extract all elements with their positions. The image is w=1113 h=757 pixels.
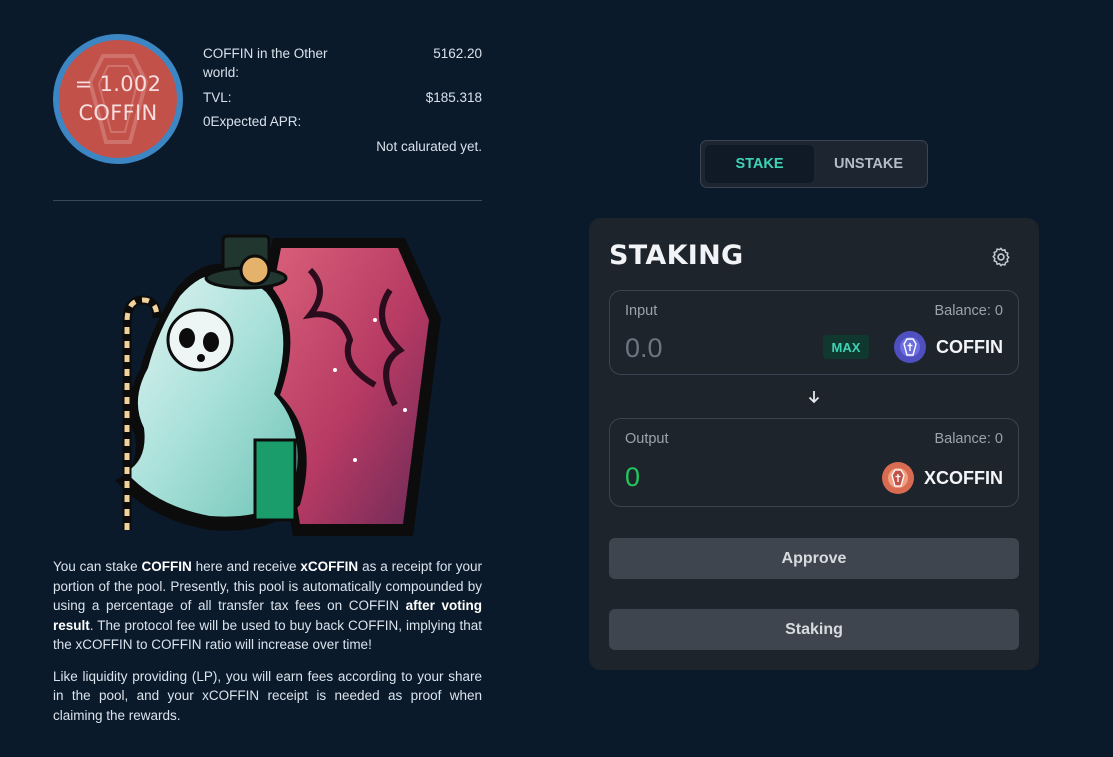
staking-button[interactable]: Staking [609,609,1019,650]
badge-symbol: COFFIN [78,101,158,125]
output-amount: 0 [625,462,641,492]
description-paragraph-2: Like liquidity providing (LP), you will … [53,668,482,723]
desc-bold: xCOFFIN [300,559,359,574]
output-label: Output [625,431,669,447]
max-button[interactable]: MAX [823,335,869,359]
desc-bold: COFFIN [141,559,192,574]
stat-tvl-value: $185.318 [425,90,482,105]
input-box: Input Balance: 0 MAX COFFIN [609,290,1019,375]
stat-apr: 0Expected APR: [203,112,482,131]
ghost-coffin-illustration [115,234,441,536]
desc-text: . The protocol fee will be used to buy b… [53,617,482,653]
panel-title: STAKING [609,240,744,271]
amount-input[interactable] [625,331,815,365]
output-balance: Balance: 0 [934,431,1003,447]
divider [53,200,482,201]
coffin-ratio-badge: = 1.002 COFFIN [53,34,183,164]
desc-text: here and receive [191,559,301,574]
output-token: XCOFFIN [882,462,1003,494]
stat-apr-label: 0Expected APR: [203,114,302,129]
input-token-name: COFFIN [936,336,1003,357]
coffin-token-icon [894,331,926,363]
stat-other-world-label: COFFIN in the Other world: [203,46,328,80]
stat-tvl-label: TVL: [203,90,232,105]
xcoffin-token-icon [882,462,914,494]
tab-unstake[interactable]: UNSTAKE [814,145,923,183]
stat-tvl: TVL: $185.318 [203,88,482,107]
output-token-name: XCOFFIN [924,467,1003,488]
desc-text: You can stake [53,559,142,574]
stat-other-world-value: 5162.20 [433,46,482,61]
input-label: Input [625,303,658,319]
approve-button[interactable]: Approve [609,538,1019,579]
badge-ratio: = 1.002 [74,72,162,96]
gear-icon[interactable] [990,246,1012,268]
stake-unstake-toggle: STAKE UNSTAKE [700,140,928,188]
input-token[interactable]: COFFIN [894,331,1003,363]
staking-panel: STAKING Input Balance: 0 MAX COFFIN O [589,218,1039,670]
description-paragraph-1: You can stake COFFIN here and receive xC… [53,557,482,655]
stat-other-world: COFFIN in the Other world: 5162.20 [203,44,482,82]
tab-stake[interactable]: STAKE [705,145,814,183]
arrow-down-icon [808,391,820,404]
input-balance: Balance: 0 [934,303,1003,319]
output-box: Output Balance: 0 0 XCOFFIN [609,418,1019,507]
pool-stats: COFFIN in the Other world: 5162.20 TVL: … [203,44,482,156]
badge-inner: = 1.002 COFFIN [59,40,177,158]
stat-apr-value: Not calurated yet. [376,139,482,154]
staking-description: You can stake COFFIN here and receive xC… [53,557,482,725]
